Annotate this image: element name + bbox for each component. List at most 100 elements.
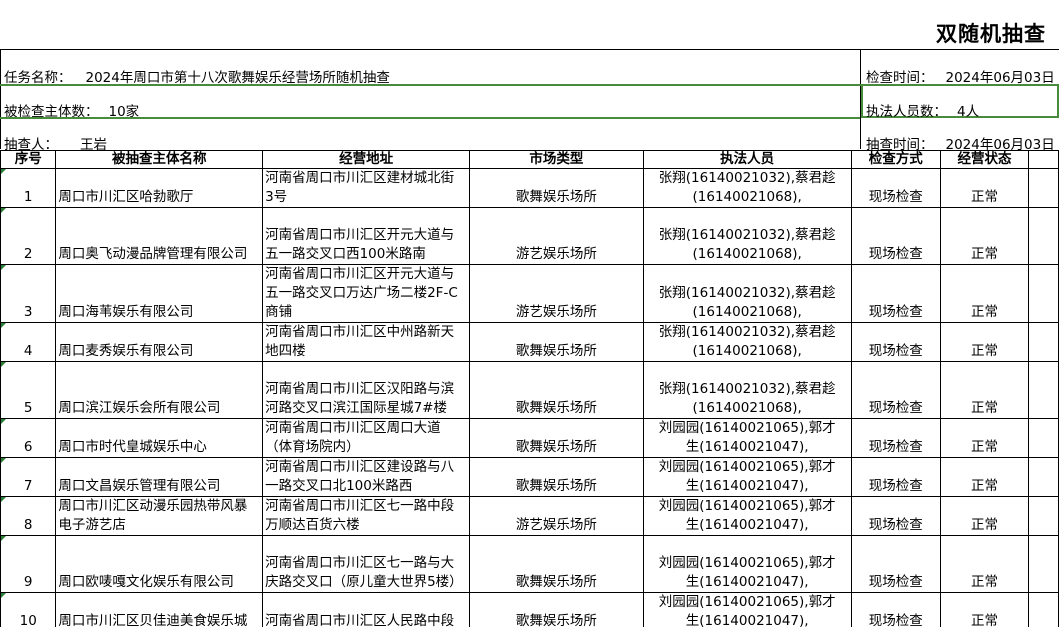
- status[interactable]: 正常: [939, 496, 1030, 536]
- address[interactable]: 河南省周口市川汇区建材城北街3号: [262, 168, 471, 208]
- status[interactable]: 正常: [939, 264, 1030, 323]
- status[interactable]: 正常: [939, 418, 1030, 458]
- market-type[interactable]: 游艺娱乐场所: [469, 207, 644, 265]
- table-row: 10 周口市川汇区贝佳迪美食娱乐城 河南省周口市川汇区人民路中段 歌舞娱乐场所 …: [0, 592, 1059, 627]
- check-method[interactable]: 现场检查: [850, 322, 941, 362]
- status[interactable]: 正常: [939, 361, 1030, 419]
- check-method[interactable]: 现场检查: [850, 207, 941, 265]
- market-type[interactable]: 歌舞娱乐场所: [469, 322, 644, 362]
- row-number[interactable]: 1: [0, 168, 57, 208]
- subject-name[interactable]: 周口欧唛嘎文化娱乐有限公司: [55, 535, 264, 593]
- empty-cell: [1028, 150, 1059, 169]
- row-number[interactable]: 4: [0, 322, 57, 362]
- subject-name[interactable]: 周口文昌娱乐管理有限公司: [55, 457, 264, 497]
- market-type[interactable]: 歌舞娱乐场所: [469, 457, 644, 497]
- row-number[interactable]: 3: [0, 264, 57, 323]
- subject-name[interactable]: 周口市川汇区哈勃歌厅: [55, 168, 264, 208]
- address[interactable]: 河南省周口市川汇区汉阳路与滨河路交叉口滨江国际星城7#楼: [262, 361, 471, 419]
- check-method[interactable]: 现场检查: [850, 535, 941, 593]
- empty-cell: [1028, 322, 1059, 362]
- address[interactable]: 河南省周口市川汇区中州路新天地四楼: [262, 322, 471, 362]
- row-number[interactable]: 5: [0, 361, 57, 419]
- address[interactable]: 河南省周口市川汇区建设路与八一路交叉口北100米路西: [262, 457, 471, 497]
- staff[interactable]: 刘园园(16140021065),郭才 生(16140021047),: [642, 457, 852, 497]
- inspection-table: 序号 被抽查主体名称 经营地址 市场类型 执法人员 检查方式 经营状态 1 周口…: [0, 150, 1059, 627]
- market-type[interactable]: 歌舞娱乐场所: [469, 418, 644, 458]
- market-type[interactable]: 游艺娱乐场所: [469, 496, 644, 536]
- subject-name[interactable]: 周口市时代皇城娱乐中心: [55, 418, 264, 458]
- column-header: 执法人员: [642, 150, 852, 169]
- address[interactable]: 河南省周口市川汇区七一路与大庆路交叉口（原儿童大世界5楼）: [262, 535, 471, 593]
- check-method[interactable]: 现场检查: [850, 361, 941, 419]
- staff[interactable]: 刘园园(16140021065),郭才 生(16140021047),: [642, 496, 852, 536]
- row-number[interactable]: 9: [0, 535, 57, 593]
- staff[interactable]: 张翔(16140021032),蔡君趁 (16140021068),: [642, 361, 852, 419]
- staff[interactable]: 张翔(16140021032),蔡君趁 (16140021068),: [642, 264, 852, 323]
- status[interactable]: 正常: [939, 535, 1030, 593]
- empty-cell: [1028, 592, 1059, 627]
- check-method[interactable]: 现场检查: [850, 496, 941, 536]
- empty-cell: [1028, 264, 1059, 323]
- empty-cell: [1028, 496, 1059, 536]
- empty-cell: [1028, 418, 1059, 458]
- address[interactable]: 河南省周口市川汇区七一路中段万顺达百货六楼: [262, 496, 471, 536]
- staff[interactable]: 刘园园(16140021065),郭才 生(16140021047),: [642, 418, 852, 458]
- market-type[interactable]: 歌舞娱乐场所: [469, 168, 644, 208]
- subject-name[interactable]: 周口市川汇区贝佳迪美食娱乐城: [55, 592, 264, 627]
- check-method[interactable]: 现场检查: [850, 592, 941, 627]
- table-row: 1 周口市川汇区哈勃歌厅 河南省周口市川汇区建材城北街3号 歌舞娱乐场所 张翔(…: [0, 168, 1059, 208]
- table-row: 8 周口市川汇区动漫乐园热带风暴电子游艺店 河南省周口市川汇区七一路中段万顺达百…: [0, 496, 1059, 536]
- check-method[interactable]: 现场检查: [850, 264, 941, 323]
- market-type[interactable]: 游艺娱乐场所: [469, 264, 644, 323]
- status[interactable]: 正常: [939, 457, 1030, 497]
- task-row: 任务名称： 2024年周口市第十八次歌舞娱乐经营场所随机抽查: [4, 66, 390, 86]
- status[interactable]: 正常: [939, 207, 1030, 265]
- sheet-title: 双随机抽查: [936, 22, 1046, 46]
- subject-name[interactable]: 周口滨江娱乐会所有限公司: [55, 361, 264, 419]
- check-time-row-1: 检查时间： 2024年06月03日: [866, 66, 1055, 86]
- staff-count-label: 执法人员数：: [866, 104, 947, 120]
- empty-cell: [1028, 207, 1059, 265]
- staff[interactable]: 张翔(16140021032),蔡君趁 (16140021068),: [642, 207, 852, 265]
- check-method[interactable]: 现场检查: [850, 418, 941, 458]
- divider: [0, 49, 1, 149]
- row-number[interactable]: 7: [0, 457, 57, 497]
- staff[interactable]: 刘园园(16140021065),郭才 生(16140021047),: [642, 535, 852, 593]
- address[interactable]: 河南省周口市川汇区周口大道（体育场院内）: [262, 418, 471, 458]
- staff[interactable]: 张翔(16140021032),蔡君趁 (16140021068),: [642, 322, 852, 362]
- table-row: 2 周口奥飞动漫品牌管理有限公司 河南省周口市川汇区开元大道与五一路交叉口西10…: [0, 207, 1059, 265]
- column-header: 经营状态: [939, 150, 1030, 169]
- divider: [0, 117, 860, 119]
- address[interactable]: 河南省周口市川汇区开元大道与五一路交叉口万达广场二楼2F-C商铺: [262, 264, 471, 323]
- check-method[interactable]: 现场检查: [850, 457, 941, 497]
- status[interactable]: 正常: [939, 592, 1030, 627]
- table-header-row: 序号 被抽查主体名称 经营地址 市场类型 执法人员 检查方式 经营状态: [0, 150, 1059, 169]
- column-header: 市场类型: [469, 150, 644, 169]
- staff[interactable]: 张翔(16140021032),蔡君趁 (16140021068),: [642, 168, 852, 208]
- check-method[interactable]: 现场检查: [850, 168, 941, 208]
- status[interactable]: 正常: [939, 322, 1030, 362]
- status[interactable]: 正常: [939, 168, 1030, 208]
- empty-cell: [1028, 361, 1059, 419]
- empty-cell: [1028, 168, 1059, 208]
- subject-name[interactable]: 周口麦秀娱乐有限公司: [55, 322, 264, 362]
- market-type[interactable]: 歌舞娱乐场所: [469, 592, 644, 627]
- empty-cell: [1028, 535, 1059, 593]
- row-number[interactable]: 10: [0, 592, 57, 627]
- staff[interactable]: 刘园园(16140021065),郭才 生(16140021047),: [642, 592, 852, 627]
- subject-name[interactable]: 周口奥飞动漫品牌管理有限公司: [55, 207, 264, 265]
- row-number[interactable]: 2: [0, 207, 57, 265]
- subject-name[interactable]: 周口海苇娱乐有限公司: [55, 264, 264, 323]
- table-row: 9 周口欧唛嘎文化娱乐有限公司 河南省周口市川汇区七一路与大庆路交叉口（原儿童大…: [0, 535, 1059, 593]
- address[interactable]: 河南省周口市川汇区开元大道与五一路交叉口西100米路南: [262, 207, 471, 265]
- column-header: 被抽查主体名称: [55, 150, 264, 169]
- row-number[interactable]: 6: [0, 418, 57, 458]
- row-number[interactable]: 8: [0, 496, 57, 536]
- subject-name[interactable]: 周口市川汇区动漫乐园热带风暴电子游艺店: [55, 496, 264, 536]
- empty-cell: [1028, 457, 1059, 497]
- address[interactable]: 河南省周口市川汇区人民路中段: [262, 592, 471, 627]
- market-type[interactable]: 歌舞娱乐场所: [469, 535, 644, 593]
- table-row: 4 周口麦秀娱乐有限公司 河南省周口市川汇区中州路新天地四楼 歌舞娱乐场所 张翔…: [0, 322, 1059, 362]
- market-type[interactable]: 歌舞娱乐场所: [469, 361, 644, 419]
- staff-count-row: 执法人员数： 4人: [866, 100, 979, 120]
